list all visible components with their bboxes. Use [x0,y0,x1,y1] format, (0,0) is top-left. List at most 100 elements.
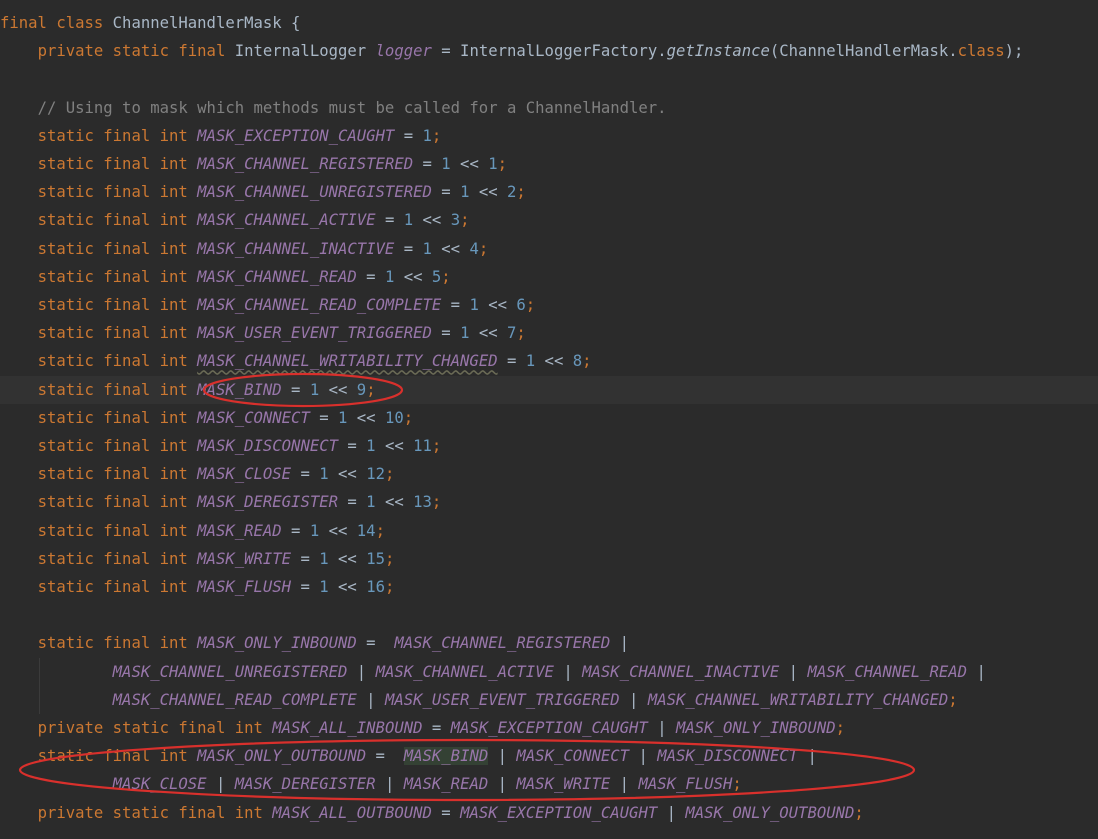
code-token: | [967,662,986,681]
code-token: 1 [309,380,320,399]
code-token: 1 [319,465,329,484]
code-token: ; [516,183,526,202]
code-token: MASK_CHANNEL_UNREGISTERED [112,662,348,681]
code-token: 5 [431,267,442,286]
code-token: = [431,183,461,202]
code-token: MASK_READ [197,521,282,540]
code-token: MASK_DISCONNECT [657,747,799,766]
code-line[interactable]: // Using to mask which methods must be c… [0,94,1098,122]
code-line[interactable]: private static final int MASK_ALL_INBOUN… [0,714,1098,742]
code-token: private static final int [37,719,273,737]
code-token: MASK_FLUSH [197,578,292,596]
code-token: 9 [356,380,367,399]
code-line[interactable]: MASK_CHANNEL_UNREGISTERED | MASK_CHANNEL… [0,658,1098,686]
code-token: 1 [422,126,432,145]
code-token: private static final int [37,803,273,822]
code-line[interactable]: static final int MASK_USER_EVENT_TRIGGER… [0,319,1098,347]
code-token: MASK_CHANNEL_READ [197,267,357,286]
code-line[interactable]: static final int MASK_CHANNEL_UNREGISTER… [0,178,1098,206]
code-line[interactable]: MASK_CHANNEL_READ_COMPLETE | MASK_USER_E… [0,686,1098,714]
code-token: = [338,437,367,455]
code-line[interactable]: static final int MASK_CHANNEL_ACTIVE = 1… [0,206,1098,234]
code-token: | [610,775,639,794]
code-token: InternalLogger [234,42,376,61]
code-line[interactable]: static final int MASK_CHANNEL_READ_COMPL… [0,291,1098,319]
code-line[interactable]: static final int MASK_DISCONNECT = 1 << … [0,432,1098,460]
code-token: (ChannelHandlerMask. [769,42,958,61]
code-token: 13 [413,493,432,512]
code-token: ; [366,380,376,399]
code-token: 1 [366,493,376,512]
code-token: = [338,493,367,512]
code-token: = [413,155,442,173]
code-token: | [347,662,376,681]
code-token: MASK_BIND [403,747,489,766]
code-token: << [347,408,385,427]
code-line[interactable]: private static final InternalLogger logg… [0,37,1098,65]
code-token: << [328,549,367,568]
code-token: MASK_DEREGISTER [234,775,376,794]
code-line[interactable]: static final int MASK_WRITE = 1 << 15; [0,545,1098,573]
code-token: 1 [525,352,536,371]
code-token: 8 [572,352,583,371]
code-line[interactable] [0,65,1098,93]
code-token: ; [403,408,414,427]
code-line[interactable]: static final int MASK_CHANNEL_READ = 1 <… [0,263,1098,291]
code-line[interactable]: static final int MASK_READ = 1 << 14; [0,517,1098,545]
code-token: MASK_CHANNEL_INACTIVE [197,239,395,258]
code-token: MASK_WRITE [197,549,292,568]
code-token: 14 [356,521,376,540]
code-token: MASK_DEREGISTER [197,493,338,512]
code-line[interactable]: static final int MASK_CONNECT = 1 << 10; [0,404,1098,432]
code-token: ; [384,549,395,568]
code-line[interactable]: static final int MASK_DEREGISTER = 1 << … [0,488,1098,516]
code-token: ; [431,126,442,145]
code-token: ; [854,803,864,822]
code-line[interactable]: static final int MASK_CHANNEL_REGISTERED… [0,150,1098,178]
code-token: MASK_CHANNEL_READ [807,662,968,681]
code-token: MASK_CHANNEL_REGISTERED [197,155,414,173]
code-token: static final int [37,408,198,427]
code-token: = [441,296,470,314]
code-line[interactable]: static final int MASK_ONLY_OUTBOUND = MA… [0,742,1098,770]
code-token: 1 [384,267,395,286]
code-token: << [375,437,414,455]
code-token: | [356,690,385,709]
code-line[interactable]: static final int MASK_CHANNEL_WRITABILIT… [0,347,1098,375]
code-line[interactable]: static final int MASK_EXCEPTION_CAUGHT =… [0,122,1098,150]
code-token: ; [384,465,395,484]
code-token: = InternalLoggerFactory. [431,42,667,61]
code-token: ; [732,775,742,794]
code-line[interactable]: static final int MASK_CLOSE = 1 << 12; [0,460,1098,488]
code-token: << [535,352,573,371]
code-token: static final int [37,126,198,145]
code-line[interactable]: final class ChannelHandlerMask { [0,9,1098,37]
code-line[interactable]: static final int MASK_CHANNEL_INACTIVE =… [0,235,1098,263]
code-line[interactable]: static final int MASK_ONLY_INBOUND = MAS… [0,629,1098,657]
code-token: MASK_EXCEPTION_CAUGHT [197,126,395,145]
code-token: = [281,380,310,399]
code-editor[interactable]: final class ChannelHandlerMask { private… [0,0,1098,839]
code-token: ); [1004,42,1024,61]
code-token: = [431,324,461,343]
code-line[interactable] [0,601,1098,629]
code-token: MASK_DISCONNECT [197,437,338,455]
code-token: | [647,719,676,737]
code-token: static final int [37,211,198,230]
code-token: MASK_CHANNEL_REGISTERED [394,634,611,653]
code-line[interactable]: MASK_CLOSE | MASK_DEREGISTER | MASK_READ… [0,770,1098,798]
code-token: ; [582,352,592,371]
code-token: static final int [37,437,198,455]
code-token: static final int [37,493,198,512]
code-line[interactable]: private static final int MASK_ALL_OUTBOU… [0,799,1098,827]
code-line[interactable]: static final int MASK_FLUSH = 1 << 16; [0,573,1098,601]
code-token: 1 [441,155,451,173]
code-line-current[interactable]: static final int MASK_BIND = 1 << 9; [0,375,1098,404]
code-token: final class [0,14,113,32]
